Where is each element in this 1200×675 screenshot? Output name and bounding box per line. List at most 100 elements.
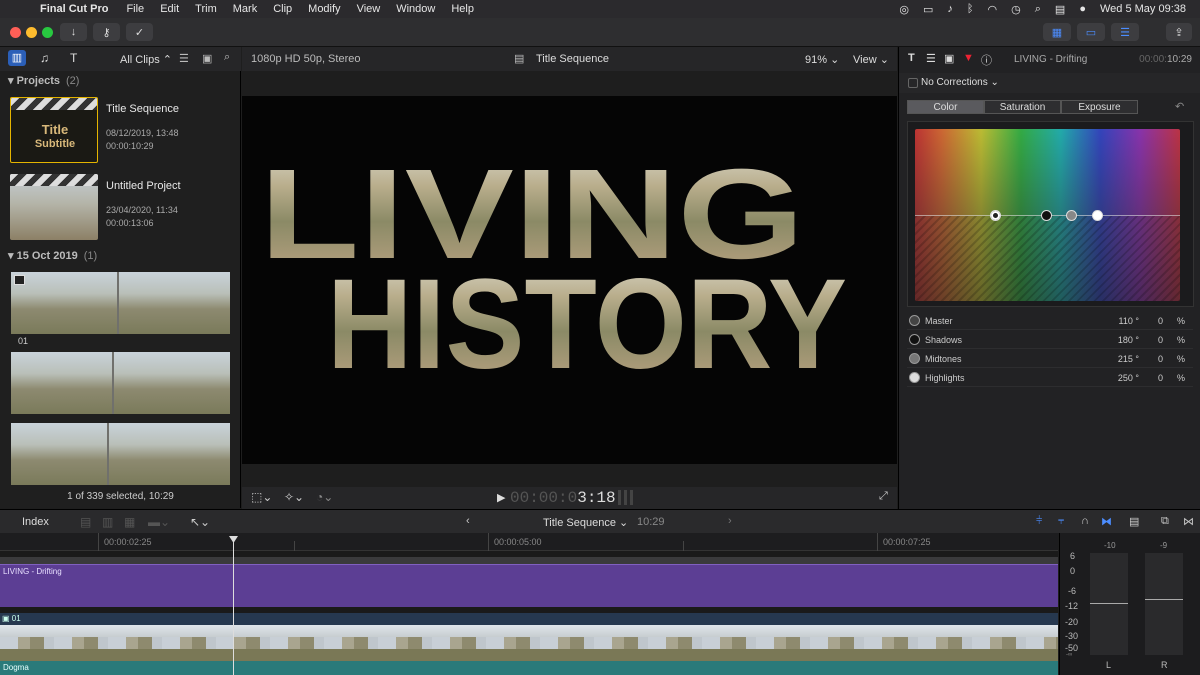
menu-help[interactable]: Help — [451, 3, 474, 15]
menu-trim[interactable]: Trim — [195, 3, 217, 15]
midtones-puck[interactable] — [1066, 210, 1077, 221]
shadows-puck[interactable] — [1041, 210, 1052, 221]
append-edit-icon[interactable]: ▦ — [124, 515, 135, 529]
master-row[interactable]: Master 110 ° 0 % — [907, 312, 1193, 330]
video-clip-filmstrip[interactable] — [0, 625, 1058, 661]
show-inspector-icon[interactable]: ☰ — [1111, 23, 1139, 41]
menu-edit[interactable]: Edit — [160, 3, 179, 15]
menubar-clock[interactable]: Wed 5 May 09:38 — [1100, 3, 1186, 15]
snapping-icon[interactable]: ⧓ — [1101, 515, 1112, 528]
siri-icon[interactable]: ● — [1079, 3, 1086, 15]
menu-window[interactable]: Window — [396, 3, 435, 15]
info-icon[interactable]: ⓘ — [981, 52, 992, 68]
share-icon[interactable]: ⇪ — [1166, 23, 1192, 41]
keyword-icon[interactable]: ⚷ — [93, 23, 120, 41]
highlights-row[interactable]: Highlights 250 ° 0 % — [907, 369, 1193, 387]
overwrite-edit-icon[interactable]: ▬⌄ — [148, 515, 170, 529]
timeline-ruler[interactable]: 00:00:02:25 00:00:05:00 00:00:07:25 — [0, 533, 1058, 551]
app-menu[interactable]: Final Cut Pro — [40, 3, 108, 15]
master-dot — [909, 315, 920, 326]
timeline-project-dropdown[interactable]: Title Sequence ⌄ — [543, 516, 628, 529]
text-inspector-icon[interactable]: ☰ — [926, 52, 936, 65]
title-inspector-icon[interactable]: T — [908, 52, 915, 64]
video-inspector-icon[interactable]: ▣ — [944, 52, 954, 65]
clip-filter-dropdown[interactable]: All Clips ⌃ — [120, 53, 172, 66]
tab-exposure[interactable]: Exposure — [1061, 100, 1138, 114]
forward-icon[interactable]: › — [728, 515, 732, 527]
menu-mark[interactable]: Mark — [233, 3, 257, 15]
display-icon[interactable]: ▭ — [923, 3, 933, 16]
bluetooth-icon[interactable]: ᛒ — [967, 3, 974, 15]
time-machine-icon[interactable]: ◷ — [1011, 3, 1021, 16]
show-timeline-icon[interactable]: ▭ — [1077, 23, 1105, 41]
photos-audio-icon[interactable]: ♫ — [40, 51, 49, 65]
skimming-icon[interactable]: ⫩ — [1036, 515, 1042, 528]
shadows-row[interactable]: Shadows 180 ° 0 % — [907, 331, 1193, 349]
meter-floor-label: -∞ — [1066, 652, 1072, 658]
enhance-icon[interactable]: ✧⌄ — [284, 490, 304, 504]
list-view-icon[interactable]: ☰ — [179, 52, 189, 65]
projects-section-header[interactable]: ▾ Projects(2) — [8, 74, 79, 87]
audio-meters: 6 0 -6 -12 -20 -30 -50 -∞ -10 -9 L R — [1059, 533, 1200, 675]
event-section-header[interactable]: ▾ 15 Oct 2019(1) — [8, 249, 97, 262]
menu-modify[interactable]: Modify — [308, 3, 340, 15]
color-inspector-icon[interactable]: ▼ — [963, 52, 974, 64]
transitions-browser-icon[interactable]: ⋈ — [1183, 515, 1194, 528]
spotlight-icon[interactable]: ⌕ — [1035, 3, 1041, 16]
back-icon[interactable]: ‹ — [466, 515, 470, 527]
show-browser-icon[interactable]: ▦ — [1043, 23, 1071, 41]
correction-checkbox[interactable] — [908, 78, 918, 88]
filmstrip-view-icon[interactable]: ▣ — [202, 52, 212, 65]
clip-appearance-icon[interactable]: ▤ — [1129, 515, 1139, 528]
title-clip[interactable]: LIVING - Drifting — [0, 564, 1058, 607]
menu-view[interactable]: View — [357, 3, 381, 15]
volume-icon[interactable]: ♪ — [947, 3, 953, 15]
highlights-puck[interactable] — [1092, 210, 1103, 221]
project-item[interactable]: Title Subtitle Title Sequence 08/12/2019… — [10, 97, 235, 167]
master-puck[interactable] — [990, 210, 1001, 221]
clip-filmstrip[interactable] — [11, 352, 230, 414]
solo-icon[interactable]: ∩ — [1081, 515, 1089, 527]
fullscreen-icon[interactable]: ⤢ — [879, 490, 888, 503]
ruler-mark: 00:00:07:25 — [883, 537, 931, 547]
search-icon[interactable]: ⌕ — [224, 51, 230, 64]
speed-icon[interactable]: ◔⌄ — [316, 490, 333, 504]
minimize-window-button[interactable] — [26, 27, 37, 38]
control-center-icon[interactable]: ▤ — [1055, 3, 1065, 16]
select-tool-icon[interactable]: ↖⌄ — [190, 515, 210, 529]
menu-clip[interactable]: Clip — [273, 3, 292, 15]
reset-icon[interactable]: ↶ — [1175, 100, 1184, 113]
play-button[interactable]: ▶ — [497, 491, 505, 504]
audio-clip[interactable]: Dogma — [0, 661, 1058, 675]
libraries-icon[interactable]: ▥ — [8, 50, 26, 66]
viewer-canvas[interactable]: LIVING HISTORY — [242, 96, 897, 464]
timeline-index-button[interactable]: Index — [22, 516, 49, 528]
tab-color[interactable]: Color — [907, 100, 984, 114]
effects-browser-icon[interactable]: ⧉ — [1161, 515, 1169, 528]
zoom-window-button[interactable] — [42, 27, 53, 38]
close-window-button[interactable] — [10, 27, 21, 38]
background-tasks-icon[interactable]: ✓ — [126, 23, 153, 41]
tab-saturation[interactable]: Saturation — [984, 100, 1061, 114]
timeline-tracks[interactable]: LIVING - Drifting ▣ 01 Dogma — [0, 551, 1058, 675]
corrections-dropdown[interactable]: No Corrections ⌄ — [921, 77, 999, 88]
audio-skimming-icon[interactable]: ⫧ — [1058, 515, 1064, 528]
video-clip-header: ▣ 01 — [0, 613, 1058, 625]
clip-filmstrip[interactable] — [11, 272, 230, 334]
clip-filmstrip[interactable] — [11, 423, 230, 485]
creative-cloud-icon[interactable]: ◎ — [899, 3, 909, 16]
viewer-timecode: 00:00:03:18 — [510, 489, 616, 507]
wifi-icon[interactable]: ◠ — [988, 3, 998, 16]
project-item[interactable]: Untitled Project 23/04/2020, 11:34 00:00… — [10, 174, 235, 244]
zoom-dropdown[interactable]: 91% ⌄ — [805, 53, 839, 66]
midtones-row[interactable]: Midtones 215 ° 0 % — [907, 350, 1193, 368]
playhead[interactable] — [233, 537, 234, 675]
transform-icon[interactable]: ⬚⌄ — [251, 490, 272, 504]
connect-edit-icon[interactable]: ▤ — [80, 515, 91, 529]
titles-generators-icon[interactable]: T — [70, 51, 77, 65]
view-dropdown[interactable]: View ⌄ — [853, 53, 889, 66]
import-icon[interactable]: ↓ — [60, 23, 87, 41]
menu-file[interactable]: File — [126, 3, 144, 15]
color-board[interactable] — [915, 129, 1180, 301]
insert-edit-icon[interactable]: ▥ — [102, 515, 113, 529]
